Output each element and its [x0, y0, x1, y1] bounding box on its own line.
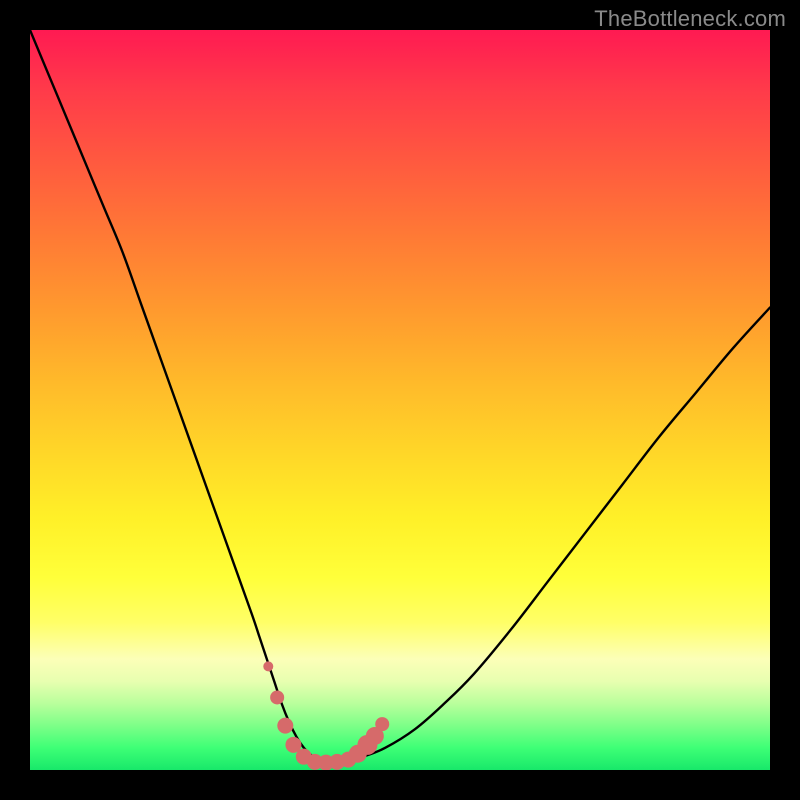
bead-marker [277, 718, 293, 734]
bead-marker [270, 690, 284, 704]
bead-marker [263, 661, 273, 671]
chart-frame: TheBottleneck.com [0, 0, 800, 800]
plot-area [30, 30, 770, 770]
bead-marker [375, 717, 389, 731]
marker-beads [30, 30, 770, 770]
watermark-text: TheBottleneck.com [594, 6, 786, 32]
